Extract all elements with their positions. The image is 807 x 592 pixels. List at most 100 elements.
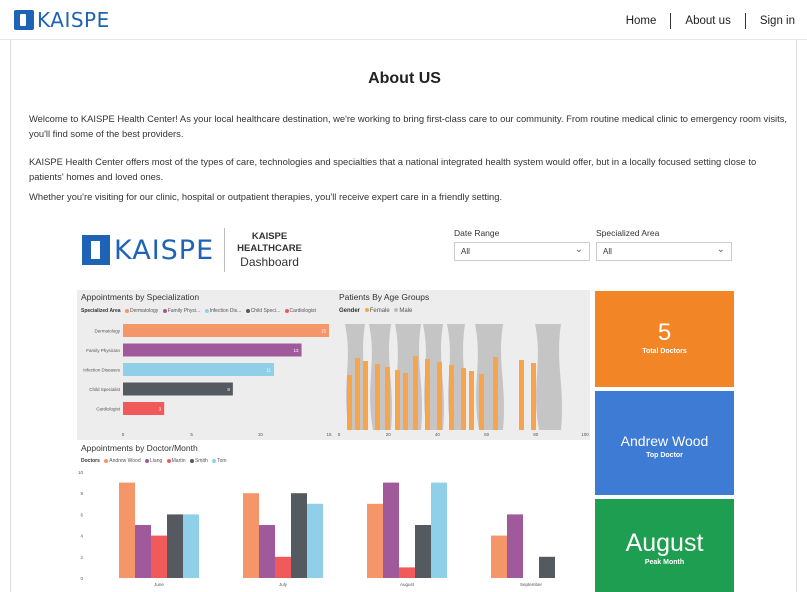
data-label: 11 [266, 368, 271, 373]
y-tick-label: 0 [80, 576, 83, 581]
brand-logo[interactable]: KAISPE [14, 9, 110, 31]
bar [119, 482, 135, 578]
top-doctor-caption: Top Doctor [646, 452, 683, 459]
female-bar [363, 361, 368, 430]
kaispe-logo-icon [14, 10, 34, 30]
dashboard-title-line1: KAISPE [251, 230, 288, 242]
bar [135, 525, 151, 578]
bar [291, 493, 307, 578]
total-doctors-card: 5 Total Doctors [595, 291, 734, 387]
dashboard-title: KAISPE HEALTHCARE Dashboard [237, 231, 302, 270]
specialized-area-select[interactable]: All ⌄ [596, 242, 732, 261]
specialized-area-label: Specialized Area [596, 228, 660, 238]
bar [151, 535, 167, 578]
top-doctor-value: Andrew Wood [620, 433, 709, 449]
brand-name: KAISPE [37, 8, 110, 32]
female-bar [493, 357, 498, 430]
x-tick-label: 40 [435, 432, 441, 437]
total-doctors-value: 5 [657, 319, 672, 346]
data-label: 13 [294, 348, 300, 353]
x-tick-label: 5 [190, 432, 193, 437]
top-doctor-card: Andrew Wood Top Doctor [595, 391, 734, 495]
chevron-down-icon: ⌄ [716, 244, 725, 255]
bar [383, 482, 399, 578]
bar [123, 343, 302, 357]
female-bar [347, 375, 352, 430]
female-bar [425, 359, 430, 430]
x-tick-label: 20 [386, 432, 392, 437]
bar [431, 482, 447, 578]
female-bar [437, 362, 442, 430]
x-tick-label: 80 [533, 432, 539, 437]
data-label: 15 [321, 329, 327, 334]
y-tick-label: 8 [80, 491, 83, 496]
bar [243, 493, 259, 578]
intro-paragraph: Welcome to KAISPE Health Center! As your… [29, 113, 787, 139]
bar [123, 382, 233, 396]
services-paragraph: KAISPE Health Center offers most of the … [29, 156, 757, 182]
specialized-area-filter: Specialized Area All ⌄ [596, 228, 732, 261]
age-groups-chart: 0 20 40 60 80 100 [338, 324, 589, 437]
female-bar [461, 368, 466, 430]
nav-about-link[interactable]: About us [671, 15, 744, 27]
peak-month-value: August [625, 529, 704, 557]
bar [275, 556, 291, 578]
nav-signin-link[interactable]: Sign in [746, 15, 797, 27]
peak-month-caption: Peak Month [644, 559, 685, 566]
total-doctors-caption: Total Doctors [642, 348, 687, 355]
bar [183, 514, 199, 578]
x-tick-label: 15 [326, 432, 332, 437]
date-range-select[interactable]: All ⌄ [454, 242, 590, 261]
female-bar [519, 360, 524, 430]
bar [507, 514, 523, 578]
dashboard-header: KAISPE KAISPE HEALTHCARE Dashboard [82, 228, 302, 272]
x-tick-label: August [400, 582, 415, 587]
category-label: Cardiologist [96, 407, 121, 412]
x-tick-label: June [154, 582, 164, 587]
specialization-bar-chart: Dermatology 15 Family Physician 13 Infection… [83, 324, 332, 437]
bar [259, 525, 275, 578]
doctor-month-bar-chart: 0 2 4 6 8 10 June July August September [78, 470, 555, 587]
x-tick-label: 100 [581, 432, 589, 437]
x-tick-label: September [520, 582, 543, 587]
doctor-month-chart-panel: Appointments by Doctor/Month Doctors And… [77, 440, 590, 592]
nav-home-link[interactable]: Home [612, 15, 671, 27]
female-bar [479, 374, 484, 430]
female-bar [395, 370, 400, 430]
bar [123, 363, 275, 376]
x-tick-label: 0 [122, 432, 125, 437]
y-tick-label: 6 [80, 512, 83, 517]
female-bar [469, 371, 474, 430]
dashboard-title-line2: HEALTHCARE [237, 242, 302, 254]
care-paragraph: Whether you're visiting for our clinic, … [29, 191, 503, 202]
date-range-label: Date Range [454, 228, 500, 238]
x-tick-label: 60 [484, 432, 490, 437]
female-bar [413, 356, 418, 430]
category-label: Infection Diseases [83, 368, 121, 373]
category-label: Child Specialist [89, 387, 121, 392]
chevron-down-icon: ⌄ [574, 244, 583, 255]
bar [539, 556, 555, 578]
age-groups-chart-panel: Patients By Age Groups Gender Female Mal… [335, 290, 590, 440]
category-label: Family Physician [86, 348, 120, 353]
y-tick-label: 2 [80, 555, 83, 560]
top-navbar: KAISPE Home About us Sign in [0, 0, 807, 40]
female-bar [355, 358, 360, 430]
date-range-value: All [461, 247, 470, 256]
healthcare-dashboard: KAISPE KAISPE HEALTHCARE Dashboard Date … [77, 218, 737, 592]
y-tick-label: 10 [78, 470, 84, 475]
bar [367, 503, 383, 578]
x-tick-label: 10 [258, 432, 264, 437]
specialized-area-value: All [603, 247, 612, 256]
page-title: About US [368, 70, 441, 87]
female-bar [531, 363, 536, 430]
x-tick-label: 0 [338, 432, 341, 437]
bar [415, 525, 431, 578]
bar [307, 503, 323, 578]
date-range-filter: Date Range All ⌄ [454, 228, 590, 261]
peak-month-card: August Peak Month [595, 499, 734, 592]
header-divider [224, 228, 226, 272]
specialization-chart-panel: Appointments by Specialization Specializ… [77, 290, 335, 440]
bar [491, 535, 507, 578]
bar [123, 324, 329, 337]
